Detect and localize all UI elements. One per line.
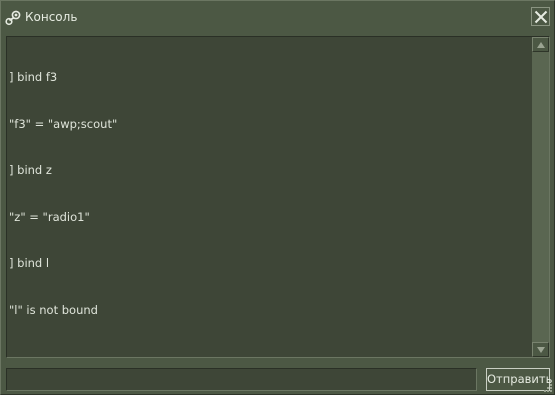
console-line: "f3" = "awp;scout"	[9, 116, 118, 131]
command-input[interactable]	[6, 368, 477, 391]
scroll-up-button[interactable]	[532, 37, 549, 52]
window-title: Консоль	[25, 10, 78, 24]
arrow-up-icon	[537, 42, 545, 48]
console-line: ] bind l	[9, 256, 50, 270]
console-line: "z" = "radio1"	[9, 209, 90, 224]
resize-grip-icon[interactable]	[543, 383, 553, 393]
close-button[interactable]	[531, 7, 550, 26]
console-output[interactable]: ] bind f3 "f3" = "awp;scout" ] bind z "z…	[6, 36, 550, 358]
arrow-down-icon	[537, 347, 545, 353]
console-window: Консоль ] bind f3 "f3" = "awp;scout" ] b…	[0, 0, 555, 395]
steam-icon	[5, 10, 21, 26]
console-line: ] bind f3	[9, 70, 58, 84]
scroll-down-button[interactable]	[532, 342, 549, 357]
submit-button[interactable]: Отправить	[486, 368, 552, 391]
title-bar[interactable]: Консоль	[1, 1, 554, 33]
console-line: "l" is not bound	[9, 302, 98, 317]
console-line: ] bind z	[9, 163, 52, 177]
console-log: ] bind f3 "f3" = "awp;scout" ] bind z "z…	[9, 39, 529, 349]
close-icon	[534, 10, 548, 24]
vertical-scrollbar[interactable]	[532, 37, 549, 357]
